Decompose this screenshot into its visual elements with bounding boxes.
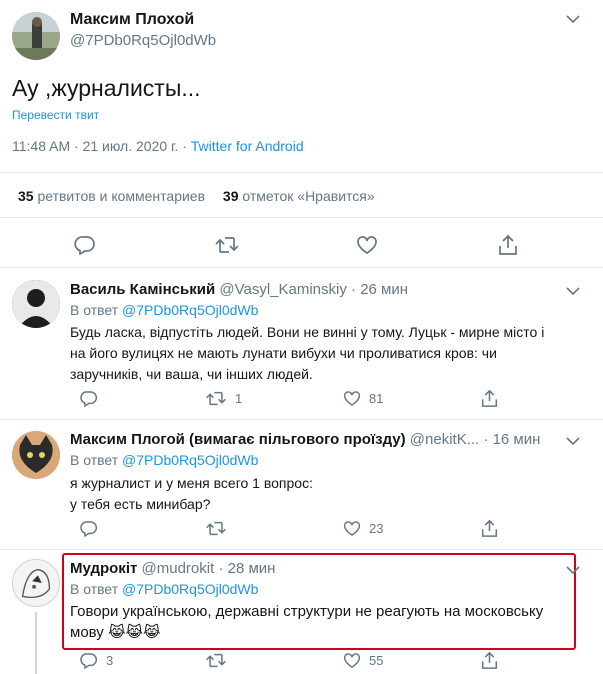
reply-icon xyxy=(80,653,98,669)
like-button[interactable]: 81 xyxy=(343,390,383,407)
tweet-text: Ау ,журналисты... xyxy=(12,75,201,101)
retweets-count: 35 xyxy=(18,188,34,204)
reply-text-line: у тебя есть минибар? xyxy=(70,496,211,512)
reply-text-line: Будь ласка, відпустіть людей. Вони не ви… xyxy=(70,324,545,340)
reply-icon xyxy=(80,521,98,537)
reply-to-label: В ответ xyxy=(70,581,119,597)
reply-avatar[interactable] xyxy=(12,431,60,479)
reply-button[interactable]: 3 xyxy=(80,652,113,669)
like-count: 23 xyxy=(369,521,384,536)
reply-text: Говори українською, державні структури н… xyxy=(70,601,543,643)
tweet-source[interactable]: Twitter for Android xyxy=(191,138,304,154)
tweet-time[interactable]: 11:48 AM xyxy=(12,138,70,154)
tweet-date[interactable]: 21 июл. 2020 г. xyxy=(83,138,179,154)
likes-label: отметок «Нравится» xyxy=(242,188,375,204)
retweet-button[interactable]: 1 xyxy=(205,390,242,407)
reply-icon[interactable] xyxy=(74,235,96,255)
retweet-icon xyxy=(206,391,226,406)
chevron-down-icon[interactable] xyxy=(566,436,580,446)
meta-separator: · xyxy=(182,138,187,154)
author-name[interactable]: Максим Плохой xyxy=(70,11,194,29)
share-button[interactable] xyxy=(481,389,498,408)
retweets-stat[interactable]: 35 ретвитов и комментариев xyxy=(18,188,209,204)
author-avatar[interactable] xyxy=(12,12,60,60)
reply-text-line: мову 😹😹😹 xyxy=(70,624,161,641)
reply-text-line: Говори українською, державні структури н… xyxy=(70,603,544,620)
reply-author-name[interactable]: Максим Плогой (вимагає пільгового проїзд… xyxy=(70,431,406,448)
like-count: 81 xyxy=(369,391,384,406)
reply-avatar[interactable] xyxy=(12,559,60,607)
retweet-icon[interactable] xyxy=(214,235,240,255)
share-icon xyxy=(481,389,498,407)
retweet-icon xyxy=(206,653,226,668)
reply-header: Василь Камінський @Vasyl_Kaminskiy · 26 … xyxy=(70,281,408,298)
share-button[interactable] xyxy=(481,651,498,670)
like-icon[interactable] xyxy=(356,235,378,255)
reply-to-handle[interactable]: @7PDb0Rq5Ojl0dWb xyxy=(122,452,258,468)
reply-button[interactable] xyxy=(80,390,106,407)
reply-count: 3 xyxy=(106,653,114,668)
reply-text-line: на його вулицях не мають лунати вибухи ч… xyxy=(70,345,497,361)
reply-button[interactable] xyxy=(80,520,106,537)
reply-to-label: В ответ xyxy=(70,302,119,318)
reply-to-handle[interactable]: @7PDb0Rq5Ojl0dWb xyxy=(122,581,258,597)
thread-line xyxy=(35,612,37,674)
tweet-stats: 35 ретвитов и комментариев 39 отметок «Н… xyxy=(18,188,375,204)
author-handle[interactable]: @7PDb0Rq5Ojl0dWb xyxy=(70,32,216,49)
chevron-down-icon[interactable] xyxy=(566,286,580,296)
reply-icon xyxy=(80,391,98,407)
reply-text: Будь ласка, відпустіть людей. Вони не ви… xyxy=(70,322,544,385)
like-button[interactable]: 55 xyxy=(343,652,383,669)
meta-separator: · xyxy=(74,138,79,154)
meta-separator: · xyxy=(218,560,224,577)
reply-avatar[interactable] xyxy=(12,280,60,328)
reply-to-line: В ответ @7PDb0Rq5Ojl0dWb xyxy=(70,452,258,468)
reply-header: Мудрокіт @mudrokit · 28 мин xyxy=(70,560,275,577)
share-icon[interactable] xyxy=(498,234,518,256)
like-count: 55 xyxy=(369,653,384,668)
reply-author-handle[interactable]: @mudrokit xyxy=(142,560,215,577)
tweet-meta: 11:48 AM · 21 июл. 2020 г. · Twitter for… xyxy=(12,138,304,154)
chevron-down-icon[interactable] xyxy=(566,14,580,24)
retweets-label: ретвитов и комментариев xyxy=(37,188,206,204)
share-icon xyxy=(481,651,498,669)
like-icon xyxy=(343,653,361,668)
reply-author-handle[interactable]: @nekitK... xyxy=(410,431,479,448)
meta-separator: · xyxy=(483,431,489,448)
share-icon xyxy=(481,519,498,537)
retweet-button[interactable] xyxy=(205,520,235,537)
retweet-icon xyxy=(206,521,226,536)
reply-header: Максим Плогой (вимагає пільгового проїзд… xyxy=(70,431,540,448)
retweet-count: 1 xyxy=(235,391,243,406)
reply-to-line: В ответ @7PDb0Rq5Ojl0dWb xyxy=(70,302,258,318)
reply-text-line: заручників, чи ваша, чи інших людей. xyxy=(70,366,313,382)
like-icon xyxy=(343,521,361,536)
reply-to-label: В ответ xyxy=(70,452,119,468)
likes-count: 39 xyxy=(222,188,239,204)
reply-author-name[interactable]: Василь Камінський xyxy=(70,281,215,298)
reply-text: я журналист и у меня всего 1 вопрос: у т… xyxy=(70,473,313,515)
like-button[interactable]: 23 xyxy=(343,520,383,537)
reply-time[interactable]: 28 мин xyxy=(228,560,276,577)
translate-link[interactable]: Перевести твит xyxy=(12,108,99,122)
retweet-button[interactable] xyxy=(205,652,235,669)
reply-to-line: В ответ @7PDb0Rq5Ojl0dWb xyxy=(70,581,258,597)
reply-time[interactable]: 16 мин xyxy=(493,431,541,448)
reply-time[interactable]: 26 мин xyxy=(360,281,408,298)
likes-stat[interactable]: 39 отметок «Нравится» xyxy=(223,188,375,204)
chevron-down-icon[interactable] xyxy=(566,565,580,575)
reply-author-handle[interactable]: @Vasyl_Kaminskiy xyxy=(219,281,347,298)
reply-text-line: я журналист и у меня всего 1 вопрос: xyxy=(70,475,313,491)
reply-to-handle[interactable]: @7PDb0Rq5Ojl0dWb xyxy=(122,302,258,318)
like-icon xyxy=(343,391,361,406)
meta-separator: · xyxy=(351,281,357,298)
share-button[interactable] xyxy=(481,519,498,538)
reply-author-name[interactable]: Мудрокіт xyxy=(70,560,137,577)
